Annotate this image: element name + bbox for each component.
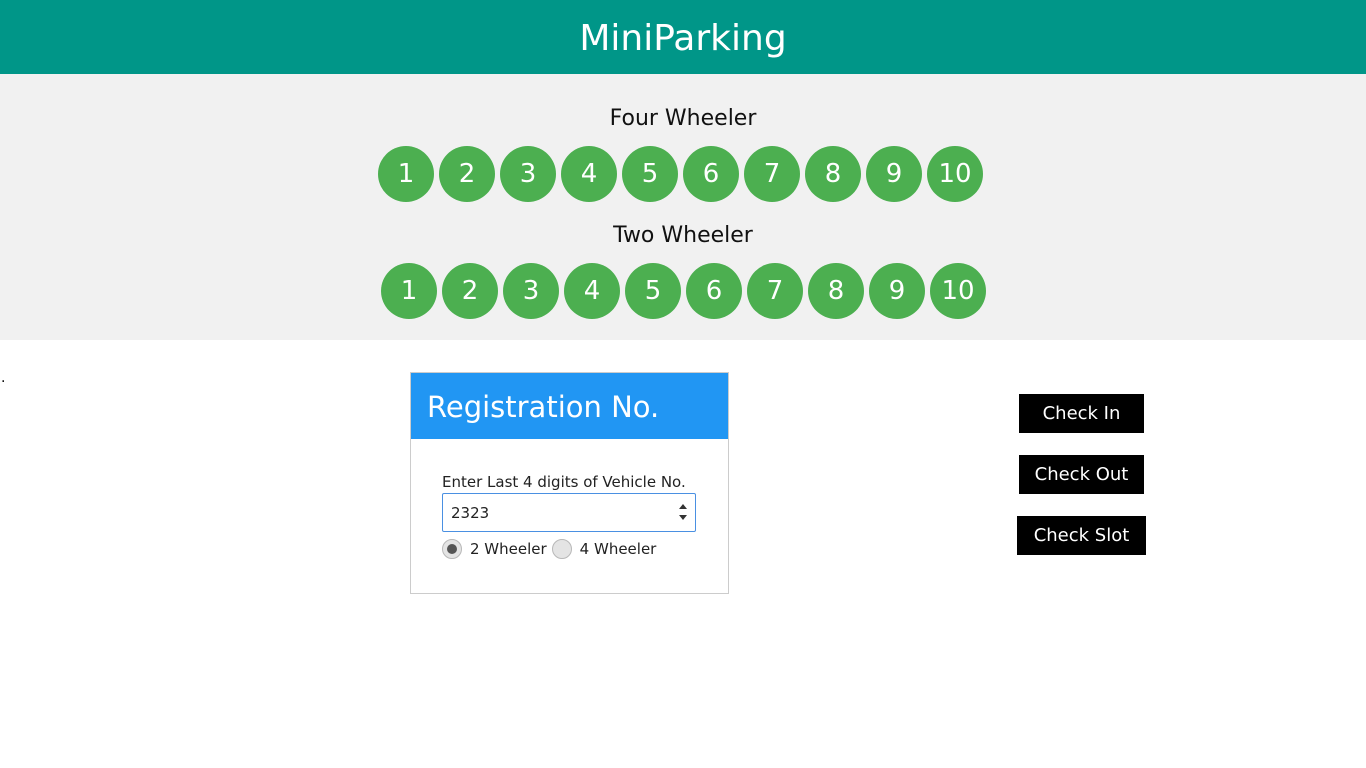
- two-wheeler-slot-1[interactable]: 1: [381, 263, 437, 319]
- check-slot-button[interactable]: Check Slot: [1017, 516, 1146, 555]
- two-wheeler-slot-3[interactable]: 3: [503, 263, 559, 319]
- four-wheeler-slot-1[interactable]: 1: [378, 146, 434, 202]
- four-wheeler-title: Four Wheeler: [609, 106, 757, 131]
- two-wheeler-slot-8[interactable]: 8: [808, 263, 864, 319]
- number-spinner[interactable]: [677, 502, 689, 522]
- app-header: MiniParking: [0, 0, 1366, 74]
- four-wheeler-slot-3[interactable]: 3: [500, 146, 556, 202]
- stray-text: .: [1, 370, 6, 386]
- four-wheeler-slot-10[interactable]: 10: [927, 146, 983, 202]
- four-wheeler-slot-4[interactable]: 4: [561, 146, 617, 202]
- two-wheeler-radio-label[interactable]: 2 Wheeler: [470, 540, 547, 558]
- vehicle-number-input[interactable]: [443, 494, 663, 531]
- four-wheeler-slot-8[interactable]: 8: [805, 146, 861, 202]
- two-wheeler-slot-6[interactable]: 6: [686, 263, 742, 319]
- two-wheeler-title: Two Wheeler: [613, 223, 753, 248]
- four-wheeler-slot-2[interactable]: 2: [439, 146, 495, 202]
- check-in-button[interactable]: Check In: [1019, 394, 1144, 433]
- four-wheeler-slot-5[interactable]: 5: [622, 146, 678, 202]
- slots-panel: Four Wheeler 1 2 3 4 5 6 7 8 9 10 Two Wh…: [0, 74, 1366, 340]
- four-wheeler-slot-7[interactable]: 7: [744, 146, 800, 202]
- registration-title: Registration No.: [411, 373, 728, 439]
- two-wheeler-slot-4[interactable]: 4: [564, 263, 620, 319]
- two-wheeler-slot-9[interactable]: 9: [869, 263, 925, 319]
- two-wheeler-slot-5[interactable]: 5: [625, 263, 681, 319]
- registration-card: Registration No. Enter Last 4 digits of …: [410, 372, 729, 594]
- two-wheeler-slot-7[interactable]: 7: [747, 263, 803, 319]
- vehicle-number-field[interactable]: [442, 493, 696, 532]
- four-wheeler-slot-9[interactable]: 9: [866, 146, 922, 202]
- vehicle-number-label: Enter Last 4 digits of Vehicle No.: [442, 473, 686, 491]
- vehicle-type-radio-group: 2 Wheeler 4 Wheeler: [442, 539, 656, 559]
- two-wheeler-radio[interactable]: [442, 539, 462, 559]
- four-wheeler-radio[interactable]: [551, 539, 572, 559]
- spinner-down-icon[interactable]: [679, 515, 687, 520]
- spinner-up-icon[interactable]: [679, 504, 687, 509]
- two-wheeler-slots: 1 2 3 4 5 6 7 8 9 10: [381, 263, 986, 319]
- four-wheeler-radio-label[interactable]: 4 Wheeler: [580, 540, 657, 558]
- four-wheeler-slots: 1 2 3 4 5 6 7 8 9 10: [378, 146, 983, 202]
- check-out-button[interactable]: Check Out: [1019, 455, 1144, 494]
- two-wheeler-slot-2[interactable]: 2: [442, 263, 498, 319]
- two-wheeler-slot-10[interactable]: 10: [930, 263, 986, 319]
- app-title: MiniParking: [579, 18, 787, 59]
- four-wheeler-slot-6[interactable]: 6: [683, 146, 739, 202]
